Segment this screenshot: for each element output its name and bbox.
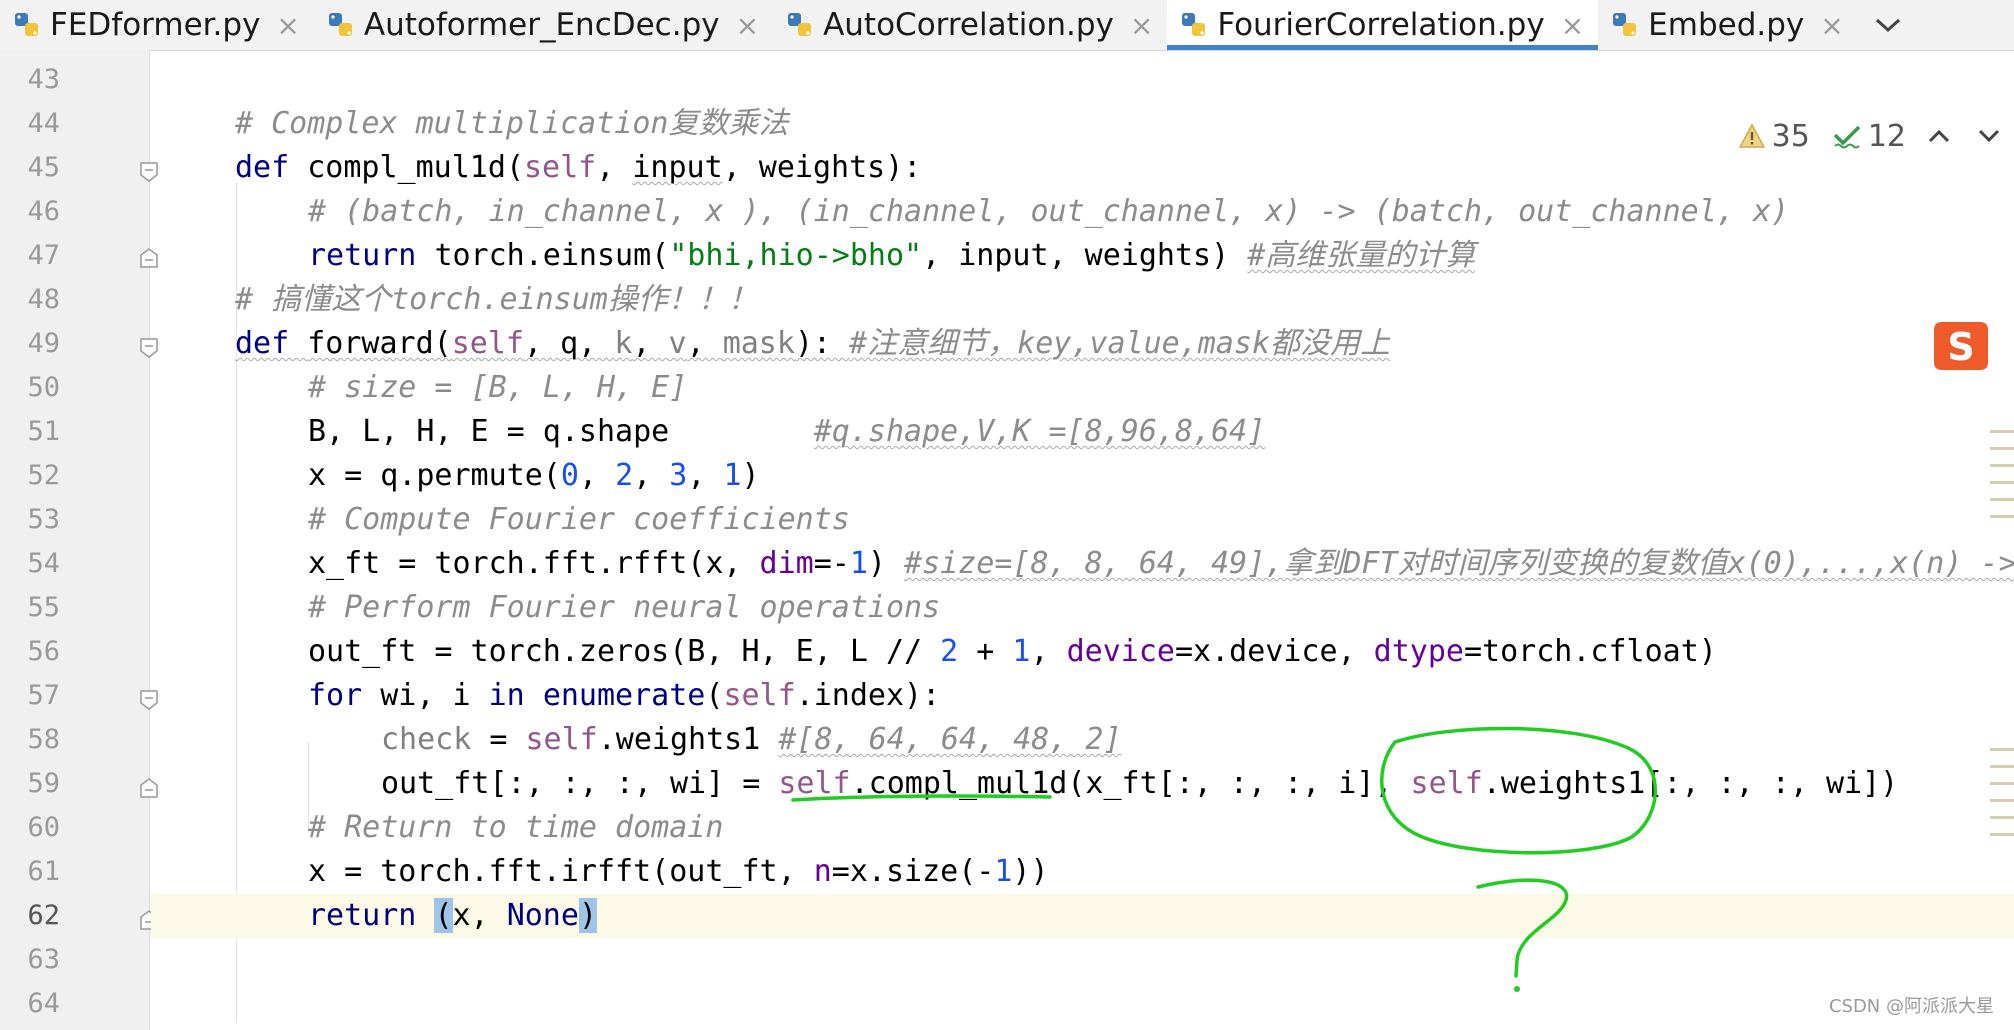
code-line-current: return (x, None) [151,894,2014,938]
ime-logo[interactable]: S [1928,318,1992,376]
code-line: # 搞懂这个torch.einsum操作！！！ [151,278,2014,322]
comment: # Compute Fourier coefficients [308,502,850,537]
code-line: # (batch, in_channel, x ), (in_channel, … [151,190,2014,234]
close-icon[interactable]: × [276,9,299,42]
line-number: 55 [27,592,60,623]
line-number: 59 [27,768,60,799]
line-number: 53 [27,504,60,535]
tab-list-dropdown[interactable] [1858,0,1918,50]
tab-label: Autoformer_EncDec.py [363,7,720,43]
code-editor[interactable]: # Complex multiplication复数乘法 def compl_m… [151,50,2014,1030]
line-number: 60 [27,812,60,843]
tab-autocorrelation[interactable]: AutoCorrelation.py × [773,0,1167,50]
line-number: 47 [27,240,60,271]
line-number: 51 [27,416,60,447]
editor-tab-bar: FEDformer.py × Autoformer_EncDec.py × Au… [0,0,2014,51]
code-line: def compl_mul1d(self, input, weights): [235,150,922,185]
line-number: 52 [27,460,60,491]
code-line: out_ft[:, :, :, wi] = self.compl_mul1d(x… [381,766,1899,801]
comment: # size = [B, L, H, E] [308,370,688,405]
python-file-icon [15,13,38,36]
error-stripe[interactable] [1990,430,2014,850]
chevron-down-icon [1978,129,2000,143]
comment: # (batch, in_channel, x ), (in_channel, … [308,194,1790,229]
line-number-current: 62 [27,900,60,931]
line-number: 49 [27,328,60,359]
line-number: 54 [27,548,60,579]
line-number: 58 [27,724,60,755]
comment: # Complex multiplication复数乘法 [235,106,789,141]
check-icon [1833,125,1861,149]
chevron-up-icon [1928,129,1950,143]
code-line: # Complex multiplication复数乘法 [151,102,2014,146]
comment: # Return to time domain [308,810,724,845]
code-line: return torch.einsum("bhi,hio->bho", inpu… [308,238,1476,273]
code-line: x = q.permute(0, 2, 3, 1) [308,458,760,493]
code-line: check = self.weights1 #[8, 64, 64, 48, 2… [381,722,1122,757]
tab-label: FEDformer.py [50,7,261,43]
code-line: # Perform Fourier neural operations [151,586,2014,630]
code-line: def forward(self, q, k, v, mask): #注意细节，… [235,326,1391,361]
python-file-icon [328,13,352,36]
python-file-icon [1613,13,1637,36]
tab-label: Embed.py [1648,7,1805,43]
line-number: 44 [27,108,60,139]
line-number: 61 [27,856,60,887]
close-icon[interactable]: × [1561,9,1584,42]
line-number: 46 [27,196,60,227]
warnings-count: 35 [1771,118,1810,154]
code-line: B, L, H, E = q.shape #q.shape,V,K =[8,96… [308,414,1266,449]
weak-warnings-counter[interactable]: 12 [1832,119,1906,154]
python-file-icon [1182,13,1206,36]
tab-autoformer-encdec[interactable]: Autoformer_EncDec.py × [314,0,773,50]
warning-icon [1738,123,1765,148]
line-number: 64 [27,988,60,1019]
line-number: 48 [27,284,60,315]
line-number: 50 [27,372,60,403]
line-number: 43 [27,64,60,95]
comment: # Perform Fourier neural operations [308,590,941,625]
close-icon[interactable]: × [736,9,759,42]
code-line: # Return to time domain [151,806,2014,850]
warnings-counter[interactable]: 35 [1738,119,1810,154]
code-line: # size = [B, L, H, E] [151,366,2014,410]
ime-logo-glyph: S [1947,325,1974,369]
tab-fedformer[interactable]: FEDformer.py × [0,0,314,50]
line-number: 45 [27,152,60,183]
code-line: out_ft = torch.zeros(B, H, E, L // 2 + 1… [308,634,1717,669]
inspections-widget[interactable]: 35 12 [1738,114,2014,158]
line-number: 57 [27,680,60,711]
tab-fouriercorrelation[interactable]: FourierCorrelation.py × [1167,0,1599,50]
next-highlight-button[interactable] [1978,128,2006,144]
tab-embed[interactable]: Embed.py × [1598,0,1858,50]
close-icon[interactable]: × [1130,9,1153,42]
watermark: CSDN @阿派派大星 [1828,996,1994,1017]
line-number: 56 [27,636,60,667]
line-number-gutter[interactable]: 43 44 45 46 47 48 49 50 51 52 53 54 55 5… [0,50,158,1030]
python-file-icon [788,13,812,36]
comment: # 搞懂这个torch.einsum操作！！！ [235,282,758,317]
tab-label: AutoCorrelation.py [823,7,1114,43]
line-number: 63 [27,944,60,975]
tab-label: FourierCorrelation.py [1217,7,1545,43]
weak-warnings-count: 12 [1867,118,1906,154]
chevron-down-icon [1875,18,1900,33]
code-line: for wi, i in enumerate(self.index): [308,678,941,713]
code-line: x = torch.fft.irfft(out_ft, n=x.size(-1)… [308,854,1049,889]
code-line: x_ft = torch.fft.rfft(x, dim=-1) #size=[… [308,546,2014,581]
code-line: # Compute Fourier coefficients [151,498,2014,542]
ide-window: FEDformer.py × Autoformer_EncDec.py × Au… [0,0,2014,1030]
previous-highlight-button[interactable] [1928,128,1956,144]
close-icon[interactable]: × [1820,9,1843,42]
